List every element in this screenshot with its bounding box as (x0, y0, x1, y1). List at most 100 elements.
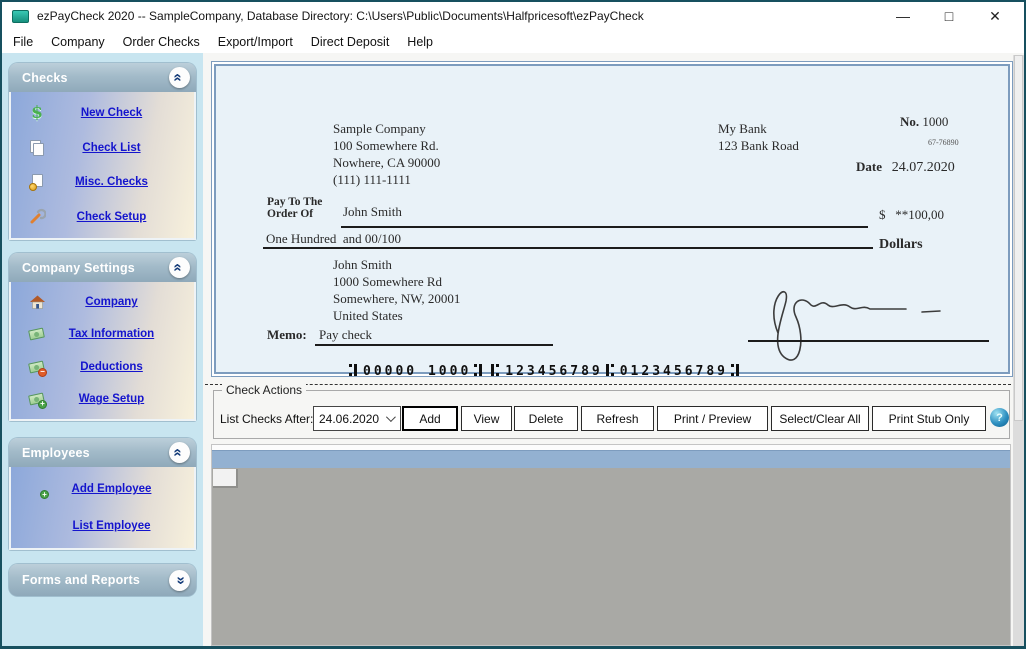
expand-button[interactable]: « (169, 570, 190, 591)
memo-label: Memo: (267, 326, 307, 343)
print-stub-only-button[interactable]: Print Stub Only (872, 406, 986, 431)
window-title: ezPayCheck 2020 -- SampleCompany, Databa… (37, 9, 644, 23)
separator (205, 384, 1011, 385)
delete-button[interactable]: Delete (514, 406, 578, 431)
dollar-sign: $ (879, 207, 886, 222)
section-employees-content: + Add Employee List Employee (9, 467, 196, 550)
view-button[interactable]: View (461, 406, 512, 431)
main-panel: Sample Company 100 Somewhere Rd. Nowhere… (203, 53, 1024, 646)
sidebar-item-wage-setup[interactable]: + Wage Setup (11, 390, 194, 408)
sidebar-item-add-employee[interactable]: + Add Employee (11, 480, 194, 498)
sidebar-item-label[interactable]: Wage Setup (47, 393, 176, 405)
sidebar-item-label[interactable]: Check List (47, 142, 176, 154)
payee-address-line: John Smith (333, 256, 460, 273)
sidebar-item-check-setup[interactable]: Check Setup (11, 208, 194, 226)
scrollbar-thumb[interactable] (1014, 55, 1023, 421)
sidebar-section-employees: Employees « + Add Employee (9, 438, 196, 550)
menu-item-company[interactable]: Company (42, 32, 114, 52)
section-employees-title: Employees (22, 446, 169, 460)
chevron-up-icon: « (171, 73, 186, 81)
payee-address-block: John Smith 1000 Somewhere Rd Somewhere, … (333, 256, 460, 324)
section-company-settings-content: Company Tax Information − Deductions + W… (9, 282, 196, 421)
section-company-settings-title: Company Settings (22, 261, 169, 275)
sidebar-item-label[interactable]: Misc. Checks (47, 176, 176, 188)
section-checks-title: Checks (22, 71, 169, 85)
section-forms-reports-header[interactable]: Forms and Reports « (9, 564, 196, 596)
chevron-up-icon: « (171, 448, 186, 456)
section-company-settings-header[interactable]: Company Settings « (9, 253, 196, 282)
sidebar-item-deductions[interactable]: − Deductions (11, 358, 194, 376)
sidebar-item-tax-information[interactable]: Tax Information (11, 325, 194, 343)
menu-item-direct-deposit[interactable]: Direct Deposit (302, 32, 399, 52)
checks-grid[interactable] (211, 444, 1011, 646)
check-date: 24.07.2020 (892, 160, 955, 175)
check-bank-block: My Bank 123 Bank Road (718, 120, 799, 154)
check-number-row: No. 1000 (900, 113, 948, 130)
dollars-label: Dollars (879, 236, 923, 253)
app-window: ezPayCheck 2020 -- SampleCompany, Databa… (0, 0, 1026, 649)
sidebar-item-new-check[interactable]: $ New Check (11, 104, 194, 122)
pay-to-line2: Order Of (267, 209, 322, 221)
collapse-button[interactable]: « (169, 67, 190, 88)
section-checks-header[interactable]: Checks « (9, 63, 196, 92)
sidebar-item-label[interactable]: Add Employee (47, 483, 176, 495)
sidebar-item-check-list[interactable]: Check List (11, 139, 194, 157)
micr-onus-icon (731, 364, 739, 376)
grid-body[interactable] (212, 468, 1010, 645)
date-filter-value: 24.06.2020 (319, 412, 379, 426)
money-icon (27, 325, 47, 343)
sidebar-item-label[interactable]: Tax Information (47, 328, 176, 340)
amount-words-line (263, 247, 873, 249)
payee-address-line: 1000 Somewhere Rd (333, 273, 460, 290)
select-clear-all-button[interactable]: Select/Clear All (771, 406, 869, 431)
micr-line: 00000 10001234567890123456789 (346, 364, 745, 379)
refresh-button[interactable]: Refresh (581, 406, 654, 431)
micr-onus-icon (474, 364, 482, 376)
micr-routing-number: 123456789 (505, 364, 602, 379)
sidebar-item-misc-checks[interactable]: Misc. Checks (11, 173, 194, 191)
sidebar-item-company[interactable]: Company (11, 293, 194, 311)
help-icon[interactable]: ? (990, 408, 1009, 427)
micr-transit-icon (491, 364, 499, 376)
grid-corner-cell[interactable] (213, 469, 238, 488)
section-employees-header[interactable]: Employees « (9, 438, 196, 467)
sidebar-item-list-employee[interactable]: List Employee (11, 517, 194, 535)
check-company-block: Sample Company 100 Somewhere Rd. Nowhere… (333, 120, 440, 188)
minimize-button[interactable]: — (880, 3, 926, 29)
menu-item-order-checks[interactable]: Order Checks (114, 32, 209, 52)
collapse-button[interactable]: « (169, 257, 190, 278)
bank-address: 123 Bank Road (718, 137, 799, 154)
company-address2: Nowhere, CA 90000 (333, 154, 440, 171)
person-add-icon: + (27, 480, 47, 498)
chevron-down-icon[interactable] (386, 412, 396, 422)
date-filter-combobox[interactable]: 24.06.2020 (313, 406, 401, 431)
title-bar: ezPayCheck 2020 -- SampleCompany, Databa… (2, 2, 1024, 30)
check-actions-title: Check Actions (222, 383, 306, 397)
close-button[interactable]: ✕ (972, 3, 1018, 29)
sidebar-item-label[interactable]: New Check (47, 107, 176, 119)
check-actions-group: Check Actions List Checks After: 24.06.2… (213, 390, 1010, 439)
payee-name: John Smith (343, 203, 402, 220)
menu-item-file[interactable]: File (4, 32, 42, 52)
payee-line (341, 226, 868, 228)
sidebar-item-label[interactable]: Company (47, 296, 176, 308)
menu-item-help[interactable]: Help (398, 32, 442, 52)
sidebar-item-label[interactable]: List Employee (47, 520, 176, 532)
house-icon (27, 293, 47, 311)
vertical-scrollbar[interactable] (1013, 55, 1024, 646)
micr-check-number: 00000 1000 (363, 364, 471, 379)
maximize-button[interactable]: □ (926, 3, 972, 29)
signature-line (748, 340, 989, 342)
amount-row: $ **100,00 (879, 206, 944, 223)
menu-item-export-import[interactable]: Export/Import (209, 32, 302, 52)
collapse-button[interactable]: « (169, 442, 190, 463)
sidebar-item-label[interactable]: Check Setup (47, 211, 176, 223)
sidebar-item-label[interactable]: Deductions (47, 361, 176, 373)
app-icon (12, 10, 29, 23)
sidebar-section-company-settings: Company Settings « Company Tax Informati… (9, 253, 196, 421)
add-button[interactable]: Add (402, 406, 458, 431)
company-address1: 100 Somewhere Rd. (333, 137, 440, 154)
grid-header-row (212, 450, 1010, 468)
print-preview-button[interactable]: Print / Preview (657, 406, 768, 431)
money-plus-icon: + (27, 390, 47, 408)
